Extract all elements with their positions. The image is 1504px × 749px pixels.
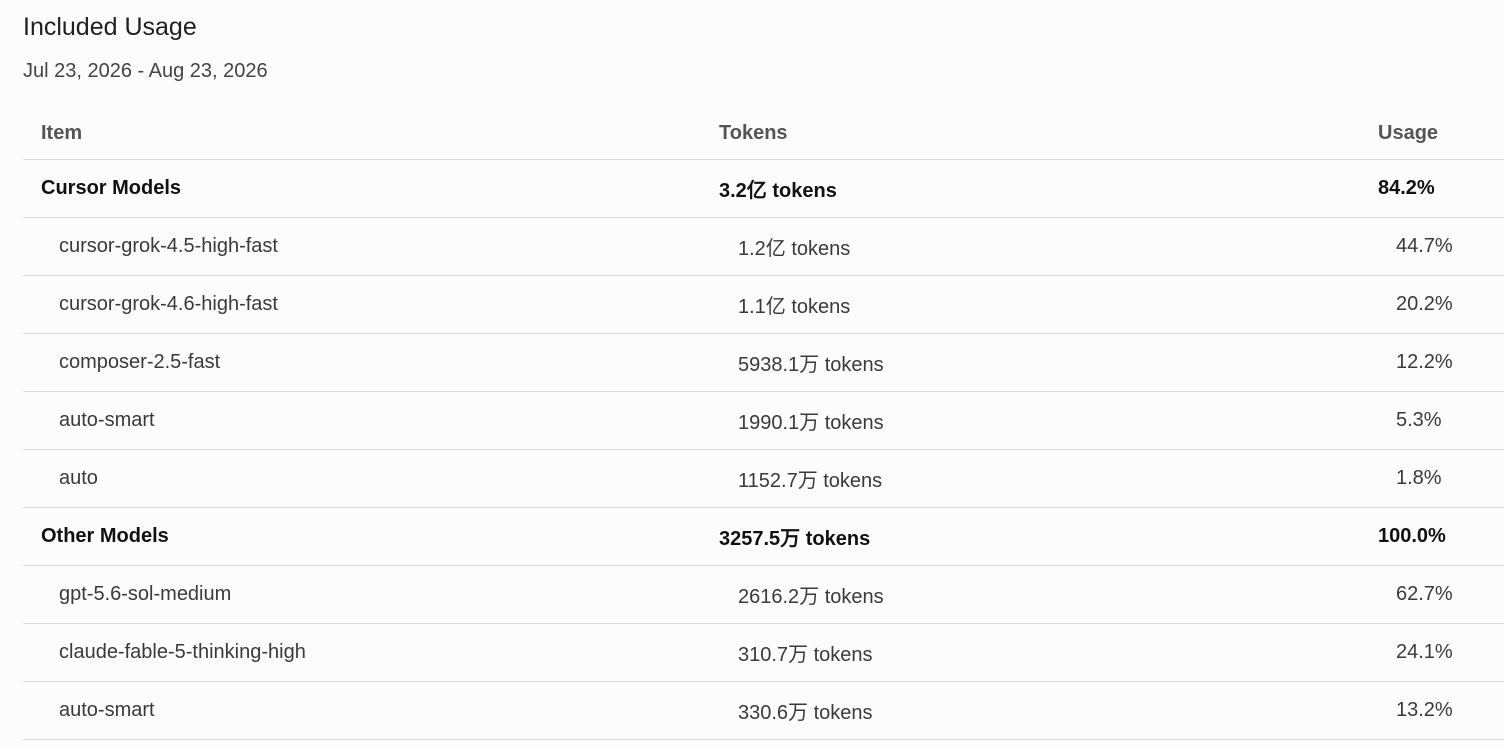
model-tokens: 310.7万 tokens [738,644,873,666]
model-tokens: 1.2亿 tokens [738,238,851,260]
model-usage: 20.2% [1396,293,1453,315]
group-row-cursor-models: Cursor Models 3.2亿 tokens 84.2% [23,160,1504,218]
model-name: cursor-grok-4.5-high-fast [59,235,278,257]
table-row: auto-smart 330.6万 tokens 13.2% [23,682,1504,740]
model-name: gpt-5.6-sol-medium [59,583,232,605]
model-usage: 12.2% [1396,351,1453,373]
table-row: composer-2.5-fast 5938.1万 tokens 12.2% [23,334,1504,392]
model-usage: 13.2% [1396,699,1453,721]
table-row: gpt-5.6-sol-medium 2616.2万 tokens 62.7% [23,566,1504,624]
model-usage: 24.1% [1396,641,1453,663]
model-tokens: 330.6万 tokens [738,702,873,724]
model-usage: 44.7% [1396,235,1453,257]
group-usage: 100.0% [1378,525,1446,547]
model-name: composer-2.5-fast [59,351,221,373]
model-name: claude-fable-5-thinking-high [59,641,306,663]
group-name: Other Models [41,525,169,547]
model-name: auto [59,467,98,489]
table-row: claude-fable-5-thinking-high 310.7万 toke… [23,624,1504,682]
model-name: auto-smart [59,409,155,431]
model-tokens: 1.1亿 tokens [738,296,851,318]
model-tokens: 1152.7万 tokens [738,470,883,492]
table-row: cursor-grok-4.5-high-fast 1.2亿 tokens 44… [23,218,1504,276]
model-name: auto-smart [59,699,155,721]
date-range: Jul 23, 2026 - Aug 23, 2026 [23,60,268,82]
group-name: Cursor Models [41,177,182,199]
table-header-row: Item Tokens Usage [23,108,1504,160]
model-tokens: 5938.1万 tokens [738,354,884,376]
group-usage: 84.2% [1378,177,1435,199]
column-header-usage: Usage [1378,122,1439,144]
group-row-other-models: Other Models 3257.5万 tokens 100.0% [23,508,1504,566]
page-title: Included Usage [23,13,197,41]
table-row: auto-smart 1990.1万 tokens 5.3% [23,392,1504,450]
model-name: cursor-grok-4.6-high-fast [59,293,278,315]
group-tokens: 3257.5万 tokens [719,528,871,550]
table-row: cursor-grok-4.6-high-fast 1.1亿 tokens 20… [23,276,1504,334]
column-header-tokens: Tokens [719,122,788,144]
group-tokens: 3.2亿 tokens [719,180,837,202]
model-tokens: 1990.1万 tokens [738,412,884,434]
model-usage: 62.7% [1396,583,1453,605]
column-header-item: Item [41,122,83,144]
model-tokens: 2616.2万 tokens [738,586,884,608]
usage-table: Item Tokens Usage Cursor Models 3.2亿 tok… [23,108,1504,740]
model-usage: 5.3% [1396,409,1442,431]
table-row: auto 1152.7万 tokens 1.8% [23,450,1504,508]
model-usage: 1.8% [1396,467,1442,489]
